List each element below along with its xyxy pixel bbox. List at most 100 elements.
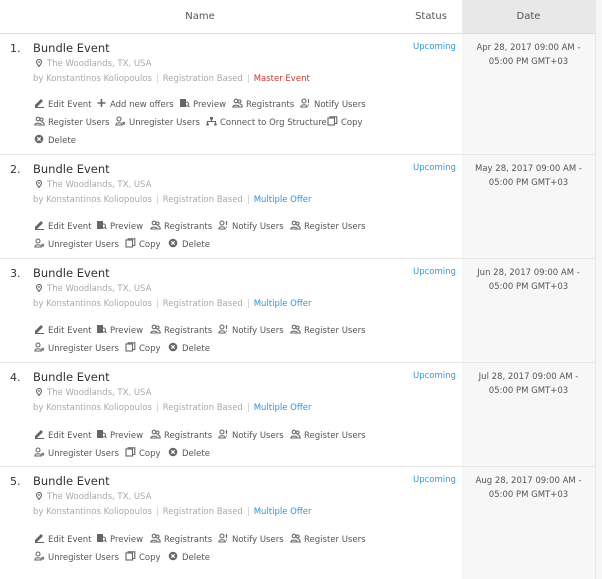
delete-action[interactable]: Delete — [168, 238, 210, 250]
registration-type: Registration Based — [162, 299, 243, 309]
edit-icon — [35, 430, 44, 439]
preview-action[interactable]: Preview — [96, 533, 143, 545]
users-icon — [34, 116, 45, 126]
status-link[interactable]: Upcoming — [413, 371, 456, 381]
registrants-action[interactable]: Registrants — [150, 220, 212, 232]
copy-action[interactable]: Copy — [125, 551, 161, 563]
multiple-offer-link[interactable]: Multiple Offer — [254, 299, 312, 309]
notify-user-icon — [218, 429, 228, 439]
edit-event-action[interactable]: Edit Event — [34, 533, 92, 545]
preview-icon — [97, 325, 107, 334]
event-title[interactable]: Bundle Event — [33, 162, 110, 176]
column-header-date[interactable]: Date — [462, 0, 595, 33]
users-icon — [150, 220, 161, 230]
organizer-text: by Konstantinos Koliopoulos — [33, 403, 152, 413]
event-title[interactable]: Bundle Event — [33, 474, 110, 488]
status-link[interactable]: Upcoming — [413, 163, 456, 173]
unregister-user-icon — [34, 551, 45, 561]
copy-icon — [125, 551, 136, 561]
registrants-action[interactable]: Registrants — [150, 533, 212, 545]
registrants-action[interactable]: Registrants — [150, 324, 212, 336]
event-date: Jul 28, 2017 09:00 AM - 05:00 PM GMT+03 — [478, 372, 579, 396]
preview-icon — [97, 534, 107, 543]
register-users-action[interactable]: Register Users — [290, 220, 366, 232]
edit-event-action[interactable]: Edit Event — [34, 98, 92, 110]
preview-action[interactable]: Preview — [96, 324, 143, 336]
users-icon — [150, 533, 161, 543]
status-link[interactable]: Upcoming — [413, 267, 456, 277]
register-users-action[interactable]: Register Users — [290, 533, 366, 545]
delete-action[interactable]: Delete — [34, 134, 76, 146]
delete-action[interactable]: Delete — [168, 447, 210, 459]
vertical-scrollbar[interactable] — [595, 0, 602, 579]
notify-users-action[interactable]: Notify Users — [218, 533, 284, 545]
event-location: The Woodlands, TX, USA — [35, 59, 151, 69]
location-text: The Woodlands, TX, USA — [47, 284, 152, 294]
column-header-name[interactable]: Name — [0, 0, 400, 33]
notify-users-action[interactable]: Notify Users — [218, 220, 284, 232]
separator: | — [246, 299, 250, 309]
event-meta: by Konstantinos Koliopoulos | Registration… — [33, 403, 311, 413]
add-new-offers-action[interactable]: Add new offers — [96, 98, 174, 110]
unregister-user-icon — [115, 116, 126, 126]
notify-user-icon — [218, 220, 228, 230]
copy-icon — [125, 238, 136, 248]
multiple-offer-link[interactable]: Multiple Offer — [254, 403, 312, 413]
row-number: 4. — [10, 371, 21, 384]
event-title[interactable]: Bundle Event — [33, 41, 110, 55]
unregister-users-action[interactable]: Unregister Users — [34, 447, 119, 459]
event-title[interactable]: Bundle Event — [33, 266, 110, 280]
edit-event-action[interactable]: Edit Event — [34, 429, 92, 441]
unregister-user-icon — [34, 447, 45, 457]
event-meta: by Konstantinos Koliopoulos | Registration… — [33, 299, 311, 309]
copy-action[interactable]: Copy — [125, 342, 161, 354]
master-event-tag: Master Event — [253, 74, 310, 84]
separator: | — [246, 74, 250, 84]
multiple-offer-link[interactable]: Multiple Offer — [254, 195, 312, 205]
users-icon — [150, 324, 161, 334]
edit-event-action[interactable]: Edit Event — [34, 220, 92, 232]
registrants-action[interactable]: Registrants — [150, 429, 212, 441]
unregister-users-action[interactable]: Unregister Users — [115, 116, 200, 128]
status-link[interactable]: Upcoming — [413, 475, 456, 485]
preview-action[interactable]: Preview — [179, 98, 226, 110]
register-users-action[interactable]: Register Users — [290, 324, 366, 336]
copy-action[interactable]: Copy — [327, 116, 363, 128]
separator: | — [246, 195, 250, 205]
notify-users-action[interactable]: Notify Users — [218, 324, 284, 336]
multiple-offer-link[interactable]: Multiple Offer — [254, 507, 312, 517]
register-users-action[interactable]: Register Users — [290, 429, 366, 441]
notify-users-action[interactable]: Notify Users — [300, 98, 366, 110]
event-row: 4. Bundle Event The Woodlands, TX, USA b… — [0, 363, 595, 467]
separator: | — [155, 74, 159, 84]
preview-action[interactable]: Preview — [96, 429, 143, 441]
event-title[interactable]: Bundle Event — [33, 370, 110, 384]
users-icon — [150, 429, 161, 439]
edit-event-action[interactable]: Edit Event — [34, 324, 92, 336]
delete-action[interactable]: Delete — [168, 551, 210, 563]
preview-icon — [97, 221, 107, 230]
separator: | — [246, 507, 250, 517]
column-header-status[interactable]: Status — [400, 0, 462, 33]
users-icon — [290, 220, 301, 230]
event-row: 3. Bundle Event The Woodlands, TX, USA b… — [0, 259, 595, 363]
event-date: Aug 28, 2017 09:00 AM - 05:00 PM GMT+03 — [475, 476, 582, 500]
users-icon — [290, 533, 301, 543]
register-users-action[interactable]: Register Users — [34, 116, 110, 128]
unregister-users-action[interactable]: Unregister Users — [34, 551, 119, 563]
event-meta: by Konstantinos Koliopoulos | Registration… — [33, 507, 311, 517]
registrants-action[interactable]: Registrants — [232, 98, 294, 110]
preview-action[interactable]: Preview — [96, 220, 143, 232]
notify-users-action[interactable]: Notify Users — [218, 429, 284, 441]
notify-user-icon — [218, 324, 228, 334]
row-number: 3. — [10, 267, 21, 280]
unregister-users-action[interactable]: Unregister Users — [34, 342, 119, 354]
unregister-users-action[interactable]: Unregister Users — [34, 238, 119, 250]
copy-action[interactable]: Copy — [125, 447, 161, 459]
copy-action[interactable]: Copy — [125, 238, 161, 250]
separator: | — [155, 507, 159, 517]
connect-org-structure-action[interactable]: Connect to Org Structure — [206, 116, 327, 128]
delete-action[interactable]: Delete — [168, 342, 210, 354]
edit-icon — [35, 99, 44, 108]
status-link[interactable]: Upcoming — [413, 42, 456, 52]
